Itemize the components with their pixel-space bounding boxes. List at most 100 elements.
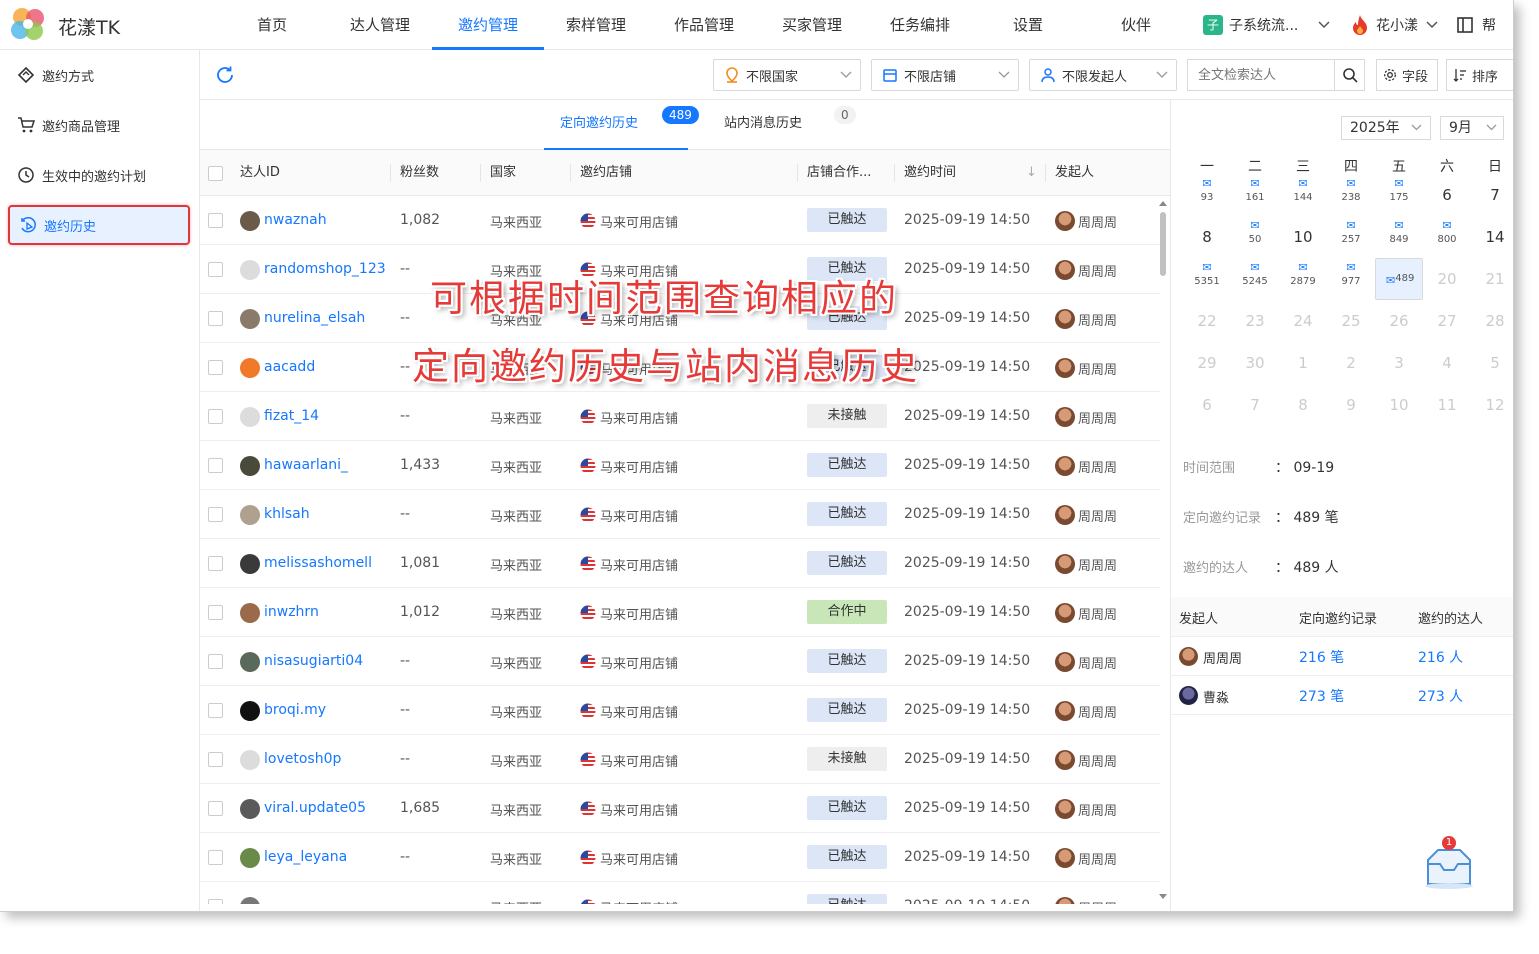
calendar-day[interactable]: 24 [1279,300,1327,342]
table-row[interactable]: nisasugiarti04 -- 马来西亚 马来可用店铺 已触达 2025-09-19 … [200,637,1160,686]
col-creator-id[interactable]: 达人ID [240,150,280,196]
calendar-day[interactable]: 10 [1279,216,1327,258]
row-checkbox[interactable] [208,752,223,767]
calendar-day[interactable]: 14 [1471,216,1513,258]
table-row[interactable]: hawaarlani_ 1,433 马来西亚 马来可用店铺 已触达 2025-09-19 … [200,441,1160,490]
search-button[interactable] [1334,60,1364,90]
row-checkbox[interactable] [208,409,223,424]
calendar-day[interactable]: 25 [1327,300,1375,342]
calendar-day[interactable]: 12 [1471,384,1513,426]
creator-id-link[interactable]: inwzhrn [264,604,319,620]
calendar-day[interactable]: 1 [1279,342,1327,384]
creator-id-link[interactable]: nwaznah [264,212,327,228]
calendar-day[interactable]: 7 [1231,384,1279,426]
calendar-day[interactable]: 6 [1423,174,1471,216]
calendar-day[interactable]: ✉ 175 [1375,174,1423,216]
records-link[interactable]: 216 笔 [1299,647,1344,667]
nav-item[interactable]: 伙伴 [1082,0,1190,50]
row-checkbox[interactable] [208,850,223,865]
row-checkbox[interactable] [208,899,223,904]
calendar-day[interactable]: 30 [1231,342,1279,384]
calendar-day[interactable]: 27 [1423,300,1471,342]
nav-item[interactable]: 邀约管理 [432,0,544,50]
calendar-day[interactable]: ✉ 50 [1231,216,1279,258]
row-checkbox[interactable] [208,507,223,522]
table-row[interactable]: lovetosh0p -- 马来西亚 马来可用店铺 未接触 2025-09-19 14:5… [200,735,1160,784]
creator-id-link[interactable]: viral.update05 [264,800,366,816]
calendar-day[interactable]: 22 [1183,300,1231,342]
nav-item[interactable]: 任务编排 [866,0,974,50]
creator-id-link[interactable]: khlsah [264,506,310,522]
select-all-checkbox[interactable] [208,166,223,181]
creator-id-link[interactable]: hawaarlani_ [264,457,348,473]
calendar-day[interactable]: ✉ 5245 [1231,258,1279,300]
row-checkbox[interactable] [208,311,223,326]
year-select[interactable]: 2025年 [1341,116,1431,140]
creator-id-link[interactable]: broqi.my [264,702,326,718]
user-menu[interactable]: 花小漾 [1350,0,1438,50]
col-inviter[interactable]: 发起人 [1055,150,1094,196]
creator-id-link[interactable]: nisasugiarti04 [264,653,363,669]
nav-item[interactable]: 索样管理 [542,0,650,50]
table-row[interactable]: melissashomell 1,081 马来西亚 马来可用店铺 已触达 2025-09-… [200,539,1160,588]
creator-id-link[interactable]: aacadd [264,359,315,375]
calendar-day[interactable]: 5 [1471,342,1513,384]
table-scrollbar[interactable] [1158,198,1168,904]
table-row[interactable]: broqi.my -- 马来西亚 马来可用店铺 已触达 2025-09-19 14:50 周… [200,686,1160,735]
sidebar-item[interactable]: 生效中的邀约计划 [8,155,190,195]
nav-item[interactable]: 买家管理 [758,0,866,50]
table-row[interactable]: 马来西亚 马来可用店铺 已触达 2025-09-19 14:50 周周周 [200,882,1160,904]
calendar-day[interactable]: 7 [1471,174,1513,216]
sidebar-item[interactable]: 邀约历史 [8,205,190,245]
creator-id-link[interactable]: fizat_14 [264,408,319,424]
calendar-day[interactable]: ✉ 5351 [1183,258,1231,300]
calendar-day[interactable]: 28 [1471,300,1513,342]
calendar-day[interactable]: ✉ 144 [1279,174,1327,216]
col-country[interactable]: 国家 [490,150,516,196]
creator-id-link[interactable]: melissashomell [264,555,372,571]
creator-id-link[interactable]: leya_leyana [264,849,347,865]
table-row[interactable]: leya_leyana -- 马来西亚 马来可用店铺 已触达 2025-09-19 14:… [200,833,1160,882]
row-checkbox[interactable] [208,605,223,620]
calendar-day[interactable]: 20 [1423,258,1471,300]
calendar-day[interactable]: ✉ 257 [1327,216,1375,258]
calendar-day[interactable]: ✉ 238 [1327,174,1375,216]
inviter-select[interactable]: 不限发起人 [1029,59,1177,91]
row-checkbox[interactable] [208,458,223,473]
creators-link[interactable]: 273 人 [1418,686,1463,706]
row-checkbox[interactable] [208,262,223,277]
scrollbar-thumb[interactable] [1160,212,1166,276]
table-row[interactable]: fizat_14 -- 马来西亚 马来可用店铺 未接触 2025-09-19 14:50 周… [200,392,1160,441]
creator-id-link[interactable]: nurelina_elsah [264,310,365,326]
calendar-day[interactable]: ✉ 800 [1423,216,1471,258]
subsystem-switcher[interactable]: 子 子系统流... [1203,0,1330,50]
sidebar-item[interactable]: 邀约方式 [8,55,190,95]
table-row[interactable]: nwaznah 1,082 马来西亚 马来可用店铺 已触达 2025-09-19 14:5… [200,196,1160,245]
nav-item[interactable]: 设置 [974,0,1082,50]
col-fans[interactable]: 粉丝数 [400,150,439,196]
calendar-day[interactable]: ✉ 161 [1231,174,1279,216]
row-checkbox[interactable] [208,703,223,718]
shop-select[interactable]: 不限店铺 [871,59,1019,91]
nav-item[interactable]: 首页 [218,0,326,50]
row-checkbox[interactable] [208,213,223,228]
fields-button[interactable]: 字段 [1376,59,1438,91]
col-invite-time[interactable]: 邀约时间 [904,150,956,196]
calendar-day[interactable]: 23 [1231,300,1279,342]
calendar-day[interactable]: 9 [1327,384,1375,426]
calendar-day[interactable]: 26 [1375,300,1423,342]
nav-item[interactable]: 作品管理 [650,0,758,50]
calendar-day[interactable]: ✉ 489 [1375,258,1423,300]
creators-link[interactable]: 216 人 [1418,647,1463,667]
creator-id-link[interactable]: randomshop_123 [264,261,386,277]
calendar-day[interactable]: 29 [1183,342,1231,384]
col-coop-status[interactable]: 店铺合作... [807,150,871,196]
calendar-day[interactable]: ✉ 93 [1183,174,1231,216]
row-checkbox[interactable] [208,654,223,669]
refresh-icon[interactable] [214,64,236,86]
sort-button[interactable]: 排序 [1446,59,1513,91]
nav-item[interactable]: 达人管理 [326,0,434,50]
calendar-day[interactable]: 3 [1375,342,1423,384]
inbox-widget[interactable]: 1 [1416,836,1482,890]
tab-message-history[interactable]: 站内消息历史 [724,100,802,150]
